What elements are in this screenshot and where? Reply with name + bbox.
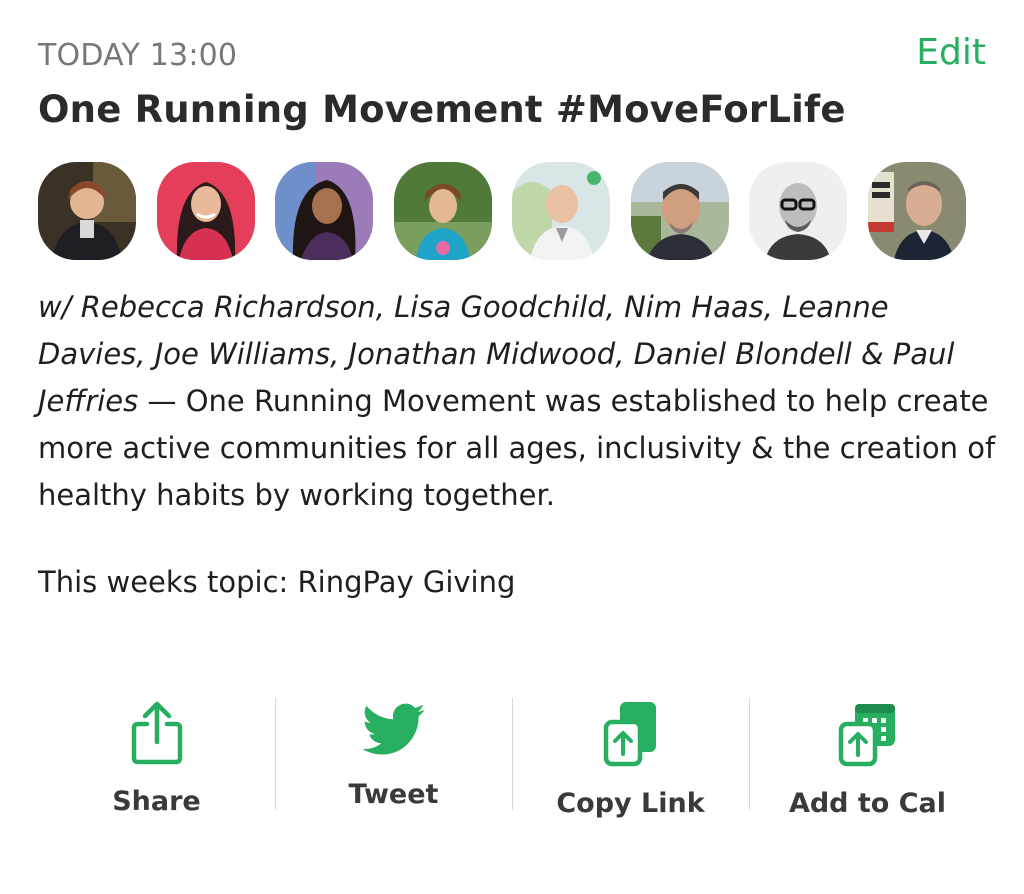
avatar[interactable] [749,162,847,260]
share-label: Share [112,786,201,817]
avatar[interactable] [156,162,255,260]
add-to-cal-button[interactable]: Add to Cal [749,698,986,819]
action-bar: Share Tweet Copy Link Add to Cal [38,698,986,819]
description-text: — One Running Movement was established t… [38,384,996,512]
event-description: w/ Rebecca Richardson, Lisa Goodchild, N… [38,284,998,519]
avatar[interactable] [38,162,136,260]
event-time: TODAY 13:00 [38,38,238,73]
event-title: One Running Movement #MoveForLife [38,88,846,131]
edit-button[interactable]: Edit [916,32,986,73]
tweet-button[interactable]: Tweet [275,698,512,810]
copy-link-label: Copy Link [556,788,705,819]
avatar[interactable] [393,162,492,260]
share-button[interactable]: Share [38,698,275,817]
avatar[interactable] [275,162,373,260]
event-topic: This weeks topic: RingPay Giving [38,565,516,599]
avatar[interactable] [630,162,729,260]
avatar[interactable] [512,162,610,260]
avatar[interactable] [867,162,966,260]
event-card: TODAY 13:00 Edit One Running Movement #M… [0,0,1024,894]
tweet-label: Tweet [348,779,439,810]
calendar-icon [837,700,899,768]
share-icon [130,700,184,766]
twitter-icon [361,700,426,759]
host-avatars [38,162,986,260]
copy-link-icon [602,700,660,768]
add-to-cal-label: Add to Cal [788,788,947,819]
copy-link-button[interactable]: Copy Link [512,698,749,819]
